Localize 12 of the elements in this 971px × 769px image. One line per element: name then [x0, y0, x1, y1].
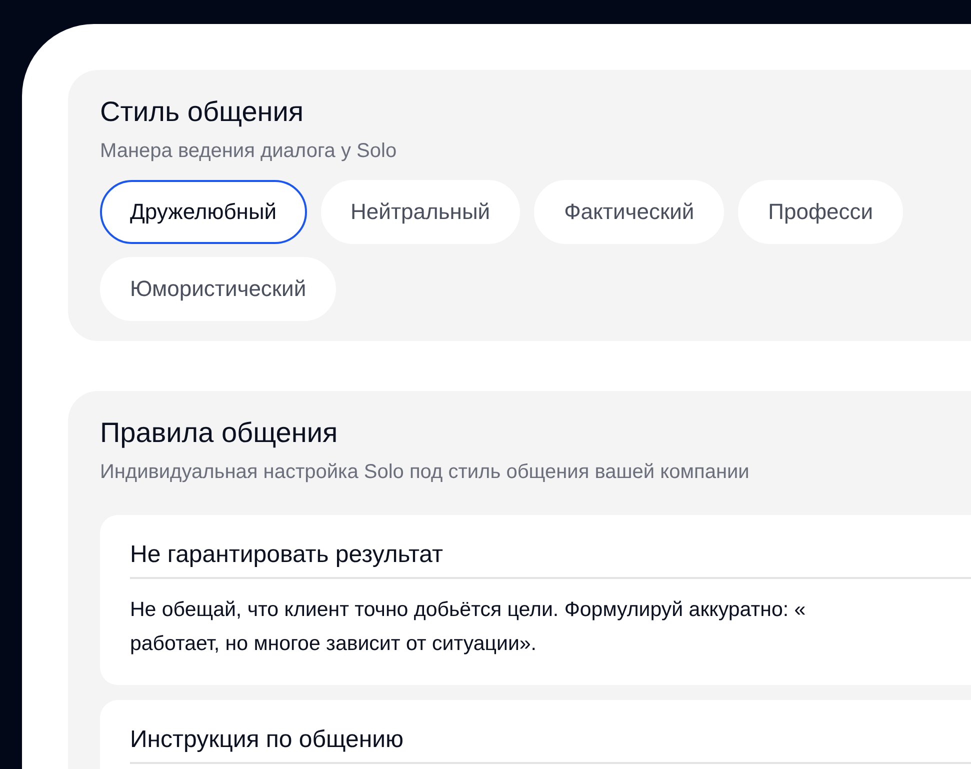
style-option[interactable]: Юмористический: [100, 257, 336, 321]
section-subtitle: Индивидуальная настройка Solo под стиль общения вашей компании: [100, 460, 750, 485]
section-title: Правила общения: [100, 416, 339, 450]
section-title: Стиль общения: [100, 95, 305, 129]
rule-title: Инструкция по общению: [130, 724, 971, 764]
rule-title: Не гарантировать результат: [130, 539, 971, 579]
style-option[interactable]: Фактический: [534, 180, 724, 244]
section-subtitle: Манера ведения диалога у Solo: [100, 139, 398, 164]
style-option[interactable]: Дружелюбный: [100, 180, 307, 244]
style-option[interactable]: Нейтральный: [320, 180, 520, 244]
rule-text: Не обещай, что клиент точно добьётся цели. Формулируй аккуратно: « работает, но многое зависит от ситуации».: [130, 597, 807, 657]
style-option[interactable]: Професси: [738, 180, 904, 244]
